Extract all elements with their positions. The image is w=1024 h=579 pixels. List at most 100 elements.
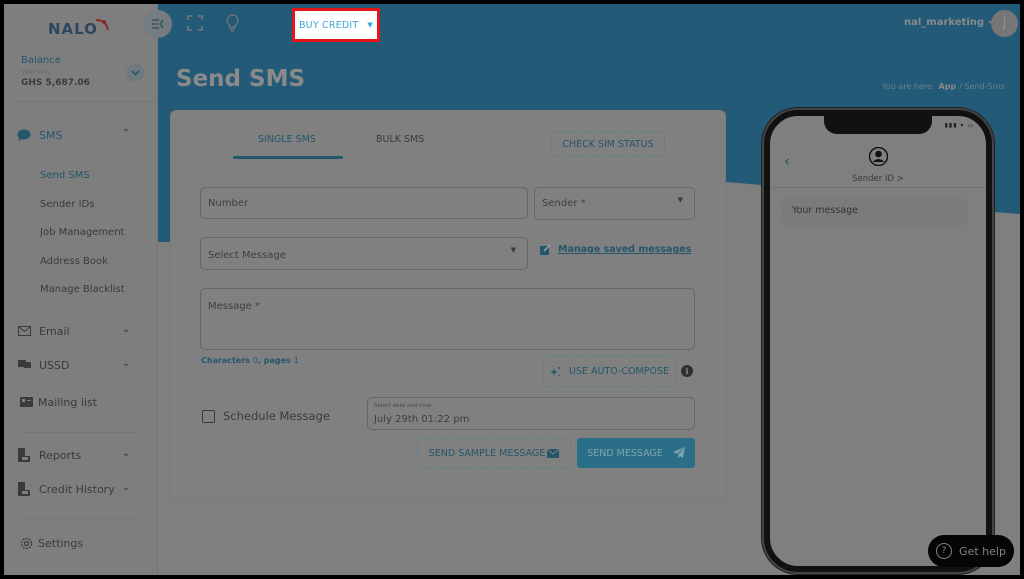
date-label: Select date and time — [374, 403, 432, 409]
buy-credit-label: BUY CREDIT — [298, 19, 359, 31]
caret-down-icon: ▼ — [677, 196, 683, 204]
chevron-up-icon[interactable]: ⌃ — [122, 128, 130, 139]
envelope-icon — [547, 448, 560, 458]
use-auto-compose-button[interactable]: USE AUTO-COMPOSE — [543, 356, 676, 387]
schedule-message-toggle[interactable]: Schedule Message — [202, 409, 330, 423]
message-textarea[interactable]: Message * — [200, 288, 695, 350]
get-help-button[interactable]: ? Get help — [928, 535, 1014, 567]
sidebar-subitem-send-sms[interactable]: Send SMS — [40, 170, 90, 181]
schedule-label: Schedule Message — [223, 409, 330, 423]
send-message-label: SEND MESSAGE — [587, 447, 663, 459]
chevron-down-icon[interactable]: ⌄ — [122, 448, 130, 459]
username: nal_marketing — [904, 17, 985, 28]
schedule-checkbox[interactable] — [202, 409, 215, 423]
balance-label: Balance — [21, 55, 61, 66]
sidebar-item-reports[interactable]: Reports — [16, 448, 81, 462]
sidebar-divider — [22, 432, 136, 433]
chat-bubble-icon — [16, 128, 32, 142]
contact-avatar-icon — [869, 147, 888, 166]
ussd-icon — [16, 358, 32, 372]
send-sample-message-button[interactable]: SEND SAMPLE MESSAGE — [417, 438, 571, 468]
report-icon — [16, 482, 32, 496]
breadcrumb-app-link[interactable]: App — [939, 82, 957, 91]
select-message-placeholder: Select Message — [208, 250, 286, 261]
sidebar-item-label: Credit History — [39, 482, 115, 496]
balance-expand-button[interactable] — [126, 64, 144, 82]
sidebar-group-sms — [4, 116, 154, 312]
sidebar-item-mailing-list[interactable]: Mailing list — [18, 395, 97, 409]
message-bubble: Your message — [782, 198, 968, 226]
sparkle-icon — [550, 367, 560, 376]
caret-down-icon: ▼ — [510, 246, 516, 254]
gear-icon — [18, 536, 34, 550]
lightbulb-icon — [226, 14, 238, 32]
breadcrumb: You are here: App / Send-Sms — [882, 82, 1005, 91]
info-icon[interactable]: i — [681, 365, 693, 377]
sidebar-item-ussd[interactable]: USSD — [16, 358, 70, 372]
characters-label: Characters — [201, 356, 251, 365]
sidebar-item-settings[interactable]: Settings — [18, 536, 83, 550]
pages-label: pages — [263, 356, 291, 365]
send-sample-label: SEND SAMPLE MESSAGE — [428, 447, 546, 459]
svg-text:NALO: NALO — [48, 20, 98, 38]
chevron-down-icon — [130, 70, 140, 76]
report-icon — [16, 448, 32, 462]
contact-card-icon — [18, 395, 34, 409]
sidebar-subitem-manage-blacklist[interactable]: Manage Blacklist — [40, 284, 125, 295]
envelope-icon — [16, 324, 32, 338]
app-window: NALO Balance SMS/EMAIL GHS 5,687.06 SMS … — [4, 4, 1020, 575]
number-placeholder: Number — [208, 198, 249, 209]
breadcrumb-prefix: You are here: — [882, 82, 935, 91]
manage-saved-messages-link[interactable]: Manage saved messages — [558, 244, 691, 255]
tab-bulk-sms[interactable]: BULK SMS — [376, 134, 424, 145]
user-menu[interactable]: nal_marketing — [904, 17, 996, 28]
get-help-label: Get help — [959, 544, 1006, 558]
sender-select[interactable]: Sender * ▼ — [534, 187, 695, 220]
back-chevron-icon: ‹ — [784, 152, 790, 170]
tab-single-sms[interactable]: SINGLE SMS — [258, 134, 316, 145]
phone-preview: ▮▮▮ ▾ ▭ ‹ Sender ID > Your message — [764, 110, 992, 572]
select-message-dropdown[interactable]: Select Message ▼ — [200, 237, 528, 270]
buy-credit-button[interactable]: BUY CREDIT ▼ — [292, 8, 380, 42]
sidebar: NALO Balance SMS/EMAIL GHS 5,687.06 SMS … — [4, 4, 158, 575]
send-message-button[interactable]: SEND MESSAGE — [577, 438, 695, 468]
sidebar-item-label: Settings — [38, 536, 84, 550]
sidebar-item-label: Email — [39, 324, 70, 338]
fullscreen-icon — [187, 15, 203, 31]
chevron-down-icon[interactable]: ⌄ — [122, 324, 130, 335]
chevron-down-icon[interactable]: ⌄ — [122, 358, 130, 369]
sidebar-subitem-address-book[interactable]: Address Book — [40, 256, 108, 267]
status-bar-icons: ▮▮▮ ▾ ▭ — [944, 122, 974, 129]
character-count: Characters 0, pages 1 — [201, 356, 299, 365]
auto-compose-label: USE AUTO-COMPOSE — [569, 366, 669, 377]
paper-plane-icon — [672, 447, 685, 459]
check-sim-status-button[interactable]: CHECK SIM STATUS — [551, 131, 665, 157]
nalo-logo: NALO — [48, 19, 109, 38]
sidebar-item-credit-history[interactable]: Credit History — [16, 482, 115, 496]
phone-notch — [824, 114, 932, 134]
sidebar-item-email[interactable]: Email — [16, 324, 70, 338]
characters-value: 0 — [252, 356, 258, 365]
pages-value: 1 — [293, 356, 299, 365]
balance-sublabel: SMS/EMAIL — [21, 70, 51, 76]
help-icon: ? — [936, 543, 953, 559]
balance-card: Balance SMS/EMAIL GHS 5,687.06 — [12, 48, 154, 102]
breadcrumb-current: Send-Sms — [964, 82, 1005, 91]
balance-amount: GHS 5,687.06 — [21, 78, 90, 88]
sidebar-item-label: USSD — [39, 358, 70, 372]
sidebar-collapse-button[interactable] — [144, 10, 172, 38]
sidebar-item-label: Mailing list — [38, 395, 98, 409]
number-input[interactable]: Number — [200, 187, 528, 219]
sidebar-divider — [22, 518, 136, 519]
fullscreen-button[interactable] — [186, 14, 204, 32]
sender-placeholder: Sender * — [542, 198, 586, 209]
avatar[interactable]: J — [991, 10, 1018, 37]
chevron-down-icon[interactable]: ⌄ — [122, 482, 130, 493]
phone-sender-id: Sender ID > — [852, 174, 904, 184]
tips-button[interactable] — [224, 13, 240, 33]
sidebar-subitem-sender-ids[interactable]: Sender IDs — [40, 199, 95, 210]
sidebar-item-sms[interactable]: SMS — [16, 128, 62, 142]
date-time-picker[interactable]: Select date and time July 29th 01:22 pm — [367, 397, 695, 430]
page-title: Send SMS — [176, 66, 306, 92]
sidebar-subitem-job-management[interactable]: Job Management — [40, 227, 124, 238]
